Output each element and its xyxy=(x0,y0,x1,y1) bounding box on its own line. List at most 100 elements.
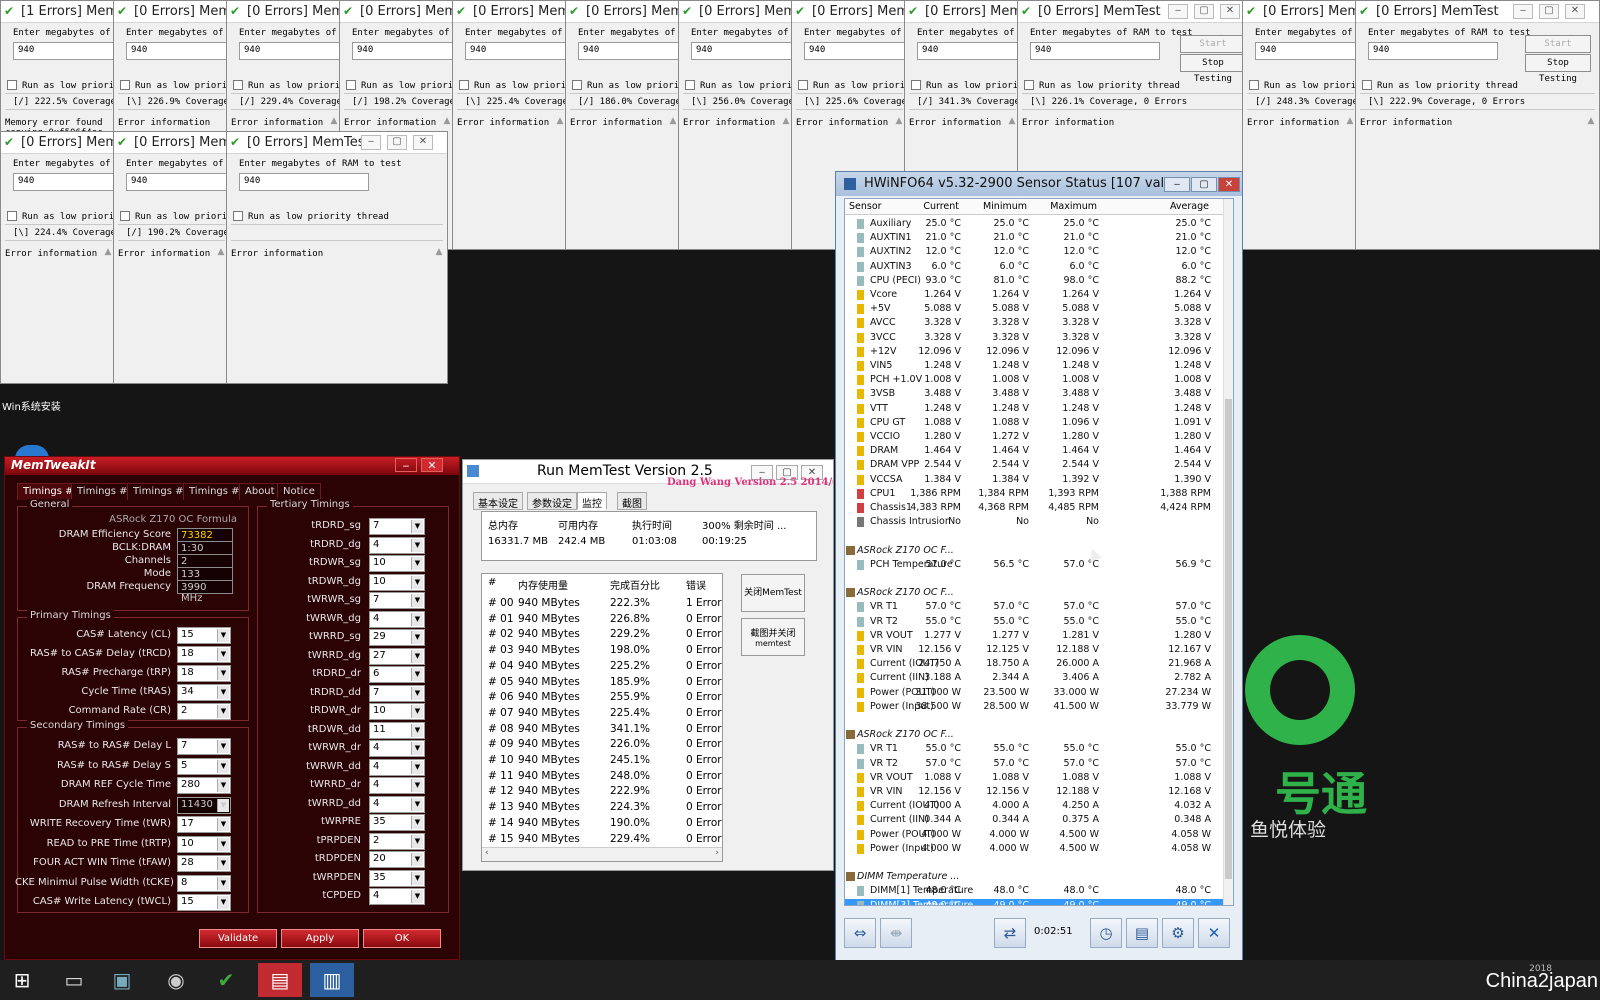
scroll-thumb[interactable] xyxy=(1225,399,1232,879)
tertiary-select[interactable]: 4 ▼ xyxy=(369,888,425,905)
hwinfo-icon[interactable]: ▥ xyxy=(310,963,354,997)
secondary-select[interactable]: 28 ▼ xyxy=(177,855,231,872)
ram-input[interactable]: 940 xyxy=(13,173,116,191)
sensor-row[interactable]: Power (Input) 38.500 W 28.500 W 41.500 W 33.… xyxy=(845,700,1225,714)
sensor-row[interactable]: Vcore 1.264 V 1.264 V 1.264 V 1.264 V xyxy=(845,288,1225,302)
col-sensor[interactable]: Sensor xyxy=(849,201,882,212)
memtest-titlebar[interactable]: ✔ [0 Errors] MemTest xyxy=(792,1,907,23)
sensor-vscrollbar[interactable] xyxy=(1223,199,1233,905)
sensor-row[interactable]: VTT 1.248 V 1.248 V 1.248 V 1.248 V xyxy=(845,402,1225,416)
sensor-row[interactable]: PCH +1.0V 1.008 V 1.008 V 1.008 V 1.008 V xyxy=(845,373,1225,387)
ram-input[interactable]: 940 xyxy=(126,173,229,191)
ram-input[interactable]: 940 xyxy=(13,42,116,60)
settings-icon[interactable]: ⚙ xyxy=(1162,918,1194,948)
sensor-row[interactable]: AUXTIN2 12.0 °C 12.0 °C 12.0 °C 12.0 °C xyxy=(845,245,1225,259)
low-priority-checkbox[interactable] xyxy=(459,80,469,90)
sensor-row[interactable]: DIMM Temperature ... xyxy=(845,870,1225,884)
table-row[interactable]: # 03 940 MBytes 198.0% 0 Error xyxy=(482,643,722,658)
validate-button[interactable]: Validate xyxy=(199,929,277,948)
vertical-scrollbar[interactable]: ▲ xyxy=(433,247,445,379)
ram-input[interactable]: 940 xyxy=(126,42,229,60)
tertiary-select[interactable]: 10 ▼ xyxy=(369,573,425,591)
app-icon-photo[interactable]: ▣ xyxy=(100,963,144,997)
secondary-select[interactable]: 15 ▼ xyxy=(177,894,231,911)
tertiary-select[interactable]: 29 ▼ xyxy=(369,629,425,646)
low-priority-checkbox[interactable] xyxy=(1024,80,1034,90)
sensor-row[interactable]: Chassis Intrusion No No No xyxy=(845,515,1225,529)
sensor-row[interactable]: VR T1 57.0 °C 57.0 °C 57.0 °C 57.0 °C xyxy=(845,600,1225,614)
secondary-select[interactable]: 10 ▼ xyxy=(177,835,231,853)
scroll-right-icon[interactable]: › xyxy=(715,848,719,858)
log-icon[interactable]: ▤ xyxy=(1126,918,1158,948)
memtest-titlebar[interactable]: ✔ [0 Errors] MemTest xyxy=(114,1,229,23)
secondary-select[interactable]: 7 ▼ xyxy=(177,738,231,755)
start-icon[interactable]: ⊞ xyxy=(0,963,44,997)
primary-select[interactable]: 18 ▼ xyxy=(177,646,231,663)
sensor-row[interactable]: Auxiliary 25.0 °C 25.0 °C 25.0 °C 25.0 °C xyxy=(845,217,1225,231)
memtest-titlebar[interactable]: ✔ [0 Errors] MemTest xyxy=(1243,1,1358,23)
ram-input[interactable]: 940 xyxy=(239,42,342,60)
sensor-row[interactable]: ASRock Z170 OC F... xyxy=(845,586,1225,600)
sensor-row[interactable]: VR VOUT 1.277 V 1.277 V 1.281 V 1.280 V xyxy=(845,629,1225,643)
sensor-row[interactable] xyxy=(845,572,1225,586)
secondary-select[interactable]: 11430 ▼ xyxy=(177,796,231,814)
sensor-row[interactable]: VR VIN 12.156 V 12.125 V 12.188 V 12.167 V xyxy=(845,643,1225,657)
memtest-titlebar[interactable]: ✔ [0 Errors] MemTest xyxy=(679,1,794,23)
table-row[interactable]: # 15 940 MBytes 229.4% 0 Error xyxy=(482,832,722,847)
table-row[interactable]: # 05 940 MBytes 185.9% 0 Error xyxy=(482,675,722,690)
close-memtest-button[interactable]: 关闭MemTest xyxy=(741,574,805,612)
memtest-titlebar[interactable]: ✔ [0 Errors] MemTest xyxy=(114,132,229,154)
close-button[interactable]: ✕ xyxy=(413,135,433,150)
sensor-row[interactable]: Current (IIN) 0.344 A 0.344 A 0.375 A 0.348 … xyxy=(845,813,1225,827)
minimize-button[interactable]: ‒ xyxy=(1513,4,1533,19)
app-icon-rog[interactable]: ◉ xyxy=(154,963,198,997)
sensor-row[interactable]: VR T2 57.0 °C 57.0 °C 57.0 °C 57.0 °C xyxy=(845,757,1225,771)
col-minimum[interactable]: Minimum xyxy=(983,201,1027,212)
ram-input[interactable]: 940 xyxy=(1368,42,1498,60)
secondary-select[interactable]: 8 ▼ xyxy=(177,874,231,892)
tertiary-select[interactable]: 2 ▼ xyxy=(369,832,425,850)
tab-2[interactable]: 监控 xyxy=(577,492,607,510)
sensor-row[interactable]: Current (IOUT) 24.750 A 18.750 A 26.000 A 21… xyxy=(845,657,1225,671)
low-priority-checkbox[interactable] xyxy=(7,211,17,221)
low-priority-checkbox[interactable] xyxy=(572,80,582,90)
memtest-titlebar[interactable]: ✔ [0 Errors] MemTest ‒ ▢ ✕ xyxy=(1018,1,1254,23)
sensor-row[interactable]: DIMM[3] Temperature 49.0 °C 49.0 °C 49.0 °C… xyxy=(845,898,1225,905)
table-row[interactable]: # 01 940 MBytes 226.8% 0 Error xyxy=(482,612,722,627)
tertiary-select[interactable]: 20 ▼ xyxy=(369,851,425,868)
secondary-select[interactable]: 17 ▼ xyxy=(177,816,231,833)
tertiary-select[interactable]: 7 ▼ xyxy=(369,518,425,535)
expand-icon[interactable]: ⇔ xyxy=(844,918,876,948)
table-row[interactable]: # 14 940 MBytes 190.0% 0 Error xyxy=(482,816,722,831)
sensor-row[interactable] xyxy=(845,714,1225,728)
sensor-row[interactable]: VR VIN 12.156 V 12.156 V 12.188 V 12.168 V xyxy=(845,785,1225,799)
low-priority-checkbox[interactable] xyxy=(1362,80,1372,90)
sensor-row[interactable]: 3VCC 3.328 V 3.328 V 3.328 V 3.328 V xyxy=(845,331,1225,345)
sensor-row[interactable]: AUXTIN1 21.0 °C 21.0 °C 21.0 °C 21.0 °C xyxy=(845,231,1225,245)
tab-about[interactable]: About xyxy=(239,483,281,500)
sensor-row[interactable]: PCH Temperature 57.0 °C 56.5 °C 57.0 °C 56.9… xyxy=(845,558,1225,572)
table-row[interactable]: # 13 940 MBytes 224.3% 0 Error xyxy=(482,800,722,815)
hwinfo-titlebar[interactable]: HWiNFO64 v5.32-2900 Sensor Status [107 v… xyxy=(836,172,1242,196)
memtest-titlebar[interactable]: ✔ [0 Errors] MemTest ‒ ▢ ✕ xyxy=(1356,1,1599,23)
memtest-titlebar[interactable]: ✔ [1 Errors] MemTest xyxy=(1,1,116,23)
low-priority-checkbox[interactable] xyxy=(233,211,243,221)
stop-testing-button[interactable]: Stop Testing xyxy=(1180,54,1246,84)
close-button[interactable]: ✕ xyxy=(421,458,443,472)
tertiary-select[interactable]: 27 ▼ xyxy=(369,647,425,665)
memtest-titlebar[interactable]: ✔ [0 Errors] MemTest xyxy=(340,1,455,23)
sensor-row[interactable]: VR VOUT 1.088 V 1.088 V 1.088 V 1.088 V xyxy=(845,771,1225,785)
memtest-titlebar[interactable]: ✔ [0 Errors] MemTest xyxy=(453,1,568,23)
memtweakit-icon[interactable]: ▤ xyxy=(258,963,302,997)
tertiary-select[interactable]: 4 ▼ xyxy=(369,740,425,757)
sensor-row[interactable]: ASRock Z170 OC F... xyxy=(845,728,1225,742)
sensor-row[interactable]: 3VSB 3.488 V 3.488 V 3.488 V 3.488 V xyxy=(845,387,1225,401)
minimize-button[interactable]: ‒ xyxy=(1164,177,1190,192)
secondary-select[interactable]: 5 ▼ xyxy=(177,757,231,775)
sensor-row[interactable]: VR T1 55.0 °C 55.0 °C 55.0 °C 55.0 °C xyxy=(845,742,1225,756)
sensor-row[interactable]: AVCC 3.328 V 3.328 V 3.328 V 3.328 V xyxy=(845,316,1225,330)
low-priority-checkbox[interactable] xyxy=(1249,80,1259,90)
sensor-row[interactable]: VCCIO 1.280 V 1.272 V 1.280 V 1.280 V xyxy=(845,430,1225,444)
ram-input[interactable]: 940 xyxy=(917,42,1020,60)
close-button[interactable]: ✕ xyxy=(1218,177,1240,192)
